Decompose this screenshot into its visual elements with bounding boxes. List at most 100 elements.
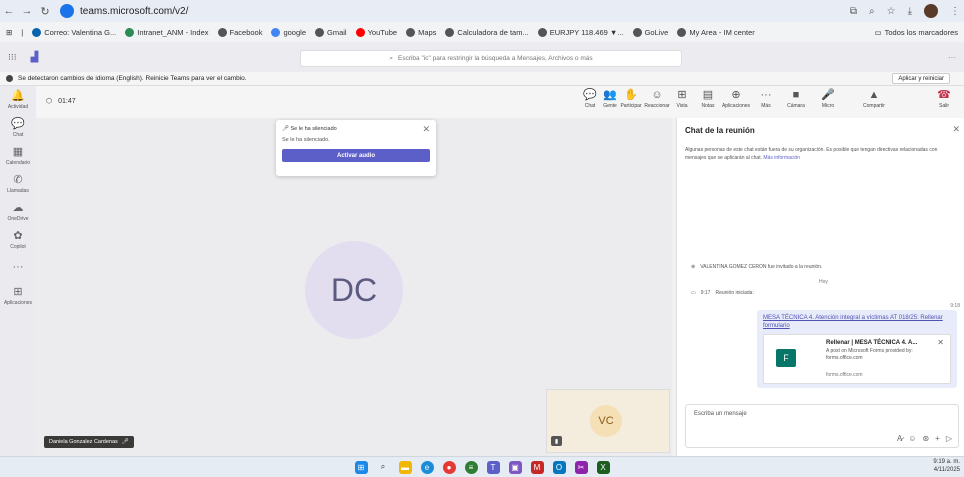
file-explorer-icon[interactable]: ▬ (398, 460, 412, 474)
calendar-icon: ▦ (12, 145, 24, 158)
start-icon[interactable]: ⊞ (354, 460, 368, 474)
bookmark-item[interactable]: Gmail (315, 27, 347, 37)
zoom-icon[interactable]: ⌕ (869, 6, 875, 17)
message-compose[interactable]: Escriba un mensaje A̷ ☺ ⊛ + ▷ (685, 404, 959, 448)
browser-menu-icon[interactable]: ⋮ (950, 6, 960, 17)
toolbar-label: Salir (938, 103, 949, 109)
bookmarks-bar: ⊞ | Correo: Valentina G... Intranet_ANM -… (0, 22, 964, 42)
toolbar-smile-button[interactable]: ☺ Reaccionar (644, 90, 669, 110)
meeting-timer: ⬡ 01:47 (46, 97, 76, 106)
rail-item-label: Chat (12, 131, 24, 138)
bookmark-item[interactable]: Intranet_ANM - Index (125, 27, 209, 37)
compose-tools: A̷ ☺ ⊛ + ▷ (897, 434, 952, 443)
rail-item[interactable]: ☁ OneDrive (0, 198, 36, 226)
rail-item[interactable]: ✆ Llamadas (0, 170, 36, 198)
bookmark-item[interactable]: Calculadora de tam... (445, 27, 529, 37)
invite-event: ⊕ VALENTINA GOMEZ CERON fue invitado a l… (691, 264, 822, 270)
toolbar-grid-button[interactable]: ⊞ Vista (670, 90, 694, 110)
rail-item[interactable]: ⊞ Aplicaciones (0, 282, 36, 310)
search-icon: ⌕ (389, 54, 393, 62)
loop-icon[interactable]: ⊛ (922, 434, 929, 443)
spotify-icon[interactable]: ≡ (464, 460, 478, 474)
toolbar-hand-button[interactable]: ✋ Participar (619, 90, 643, 110)
format-icon[interactable]: A̷ (897, 434, 902, 443)
meeting-chat-panel: Chat de la reunión ✕ Algunas personas de… (676, 118, 964, 456)
folder-icon: ▭ (874, 27, 882, 37)
toolbar-hangup-button[interactable]: ☎ Salir (932, 89, 956, 110)
globe-icon (445, 27, 455, 37)
rail-item[interactable]: 💬 Chat (0, 114, 36, 142)
search-input[interactable]: ⌕ Escriba "ic" para restringir la búsque… (300, 50, 682, 67)
toolbar-label: Participar (620, 103, 642, 109)
bookmark-item[interactable]: Correo: Valentina G... (32, 27, 116, 37)
excel-icon[interactable]: X (596, 460, 610, 474)
system-clock[interactable]: 9:19 a. m. 4/11/2025 (933, 458, 960, 475)
close-icon[interactable]: ✕ (952, 124, 960, 135)
bookmark-item[interactable]: YouTube (355, 27, 398, 37)
mcafee-icon[interactable]: M (530, 460, 544, 474)
apps-grid-icon[interactable]: ⊞ (6, 28, 12, 37)
attach-plus-icon[interactable]: + (935, 434, 940, 443)
profile-avatar[interactable] (924, 4, 938, 18)
address-bar[interactable]: teams.microsoft.com/v2/ (60, 4, 188, 18)
emoji-icon[interactable]: ☺ (908, 434, 916, 443)
toolbar-notes-button[interactable]: ▤ Notas (696, 90, 720, 110)
outlook-icon[interactable]: O (552, 460, 566, 474)
teams-apps-icon[interactable]: ⁝⁝⁝ (8, 52, 17, 63)
back-icon[interactable]: ← (0, 5, 18, 17)
app-icon[interactable]: ▣ (508, 460, 522, 474)
forward-icon[interactable]: → (18, 5, 36, 17)
form-link[interactable]: MESA TÉCNICA 4. Atención integral a víct… (763, 315, 951, 331)
bookmark-item[interactable]: google (271, 27, 306, 37)
close-icon[interactable]: ✕ (937, 338, 944, 347)
bookmark-item[interactable]: GoLive (632, 27, 668, 37)
all-bookmarks[interactable]: ▭ Todos los marcadores (875, 28, 964, 37)
apply-restart-button[interactable]: Aplicar y reiniciar (892, 73, 950, 84)
unmute-button[interactable]: Activar audio (282, 149, 430, 162)
star-icon[interactable]: ☆ (887, 6, 896, 17)
toolbar-add-button[interactable]: ⊕ Aplicaciones (721, 90, 751, 110)
edge-icon[interactable]: e (420, 460, 434, 474)
download-icon[interactable]: ⤓ (908, 6, 912, 17)
bookmark-label: YouTube (367, 27, 398, 37)
more-icon: ··· (12, 260, 24, 273)
shield-icon: ⬡ (46, 98, 53, 105)
reload-icon[interactable]: ↻ (36, 5, 54, 18)
outlook-icon (32, 27, 42, 37)
snip-icon[interactable]: ✂ (574, 460, 588, 474)
toolbar-mic-button[interactable]: 🎤 Micro (816, 90, 840, 110)
more-info-link[interactable]: Más información (763, 155, 800, 161)
chat-message: MESA TÉCNICA 4. Atención integral a víct… (757, 310, 957, 388)
muted-toast: 🎤︎ Se le ha silenciado ✕ Se le ha silenc… (276, 120, 436, 176)
hangup-icon: ☎ (937, 89, 951, 101)
started-label: Reunión iniciada: (715, 290, 754, 296)
bookmark-item[interactable]: My Area - IM center (677, 27, 755, 37)
link-preview-card[interactable]: F Rellenar | MESA TÉCNICA 4. A... ✕ A po… (763, 334, 951, 384)
toolbar-share-button[interactable]: ▲ Compartir (862, 90, 886, 110)
card-domain: forms.office.com (826, 372, 863, 378)
bookmark-item[interactable]: Maps (406, 27, 436, 37)
rail-item[interactable]: ··· (0, 254, 36, 282)
bookmark-label: Intranet_ANM - Index (137, 27, 209, 37)
send-icon[interactable]: ▷ (946, 434, 952, 443)
settings-more-icon[interactable]: ··· (948, 53, 956, 62)
rail-item[interactable]: 🔔 Actividad (0, 86, 36, 114)
toolbar-camera-button[interactable]: ■ Cámara (784, 89, 808, 110)
bookmark-label: My Area - IM center (689, 27, 755, 37)
notice-text: Se detectaron cambios de idioma (English… (18, 75, 247, 82)
video-icon: ▭ (691, 290, 696, 296)
rail-item[interactable]: ▦ Calendario (0, 142, 36, 170)
toolbar-label: Aplicaciones (721, 103, 751, 109)
bookmark-item[interactable]: Facebook (217, 27, 262, 37)
toolbar-label: Vista (676, 103, 688, 109)
camera-icon: ■ (792, 89, 800, 101)
close-icon[interactable]: ✕ (422, 124, 430, 135)
teams-taskbar-icon[interactable]: T (486, 460, 500, 474)
app-rail: 🔔 Actividad 💬 Chat ▦ Calendario ✆ Llamadas ☁ OneD… (0, 86, 36, 456)
bookmark-item[interactable]: EURJPY 118.469 ▼... (537, 27, 624, 37)
search-icon[interactable]: ⌕ (377, 461, 390, 474)
cast-icon[interactable]: ⧉ (850, 6, 857, 17)
toolbar-more-button[interactable]: ··· Más (754, 90, 778, 110)
rail-item[interactable]: ✿ Copilot (0, 226, 36, 254)
chrome-icon[interactable]: ● (442, 460, 456, 474)
